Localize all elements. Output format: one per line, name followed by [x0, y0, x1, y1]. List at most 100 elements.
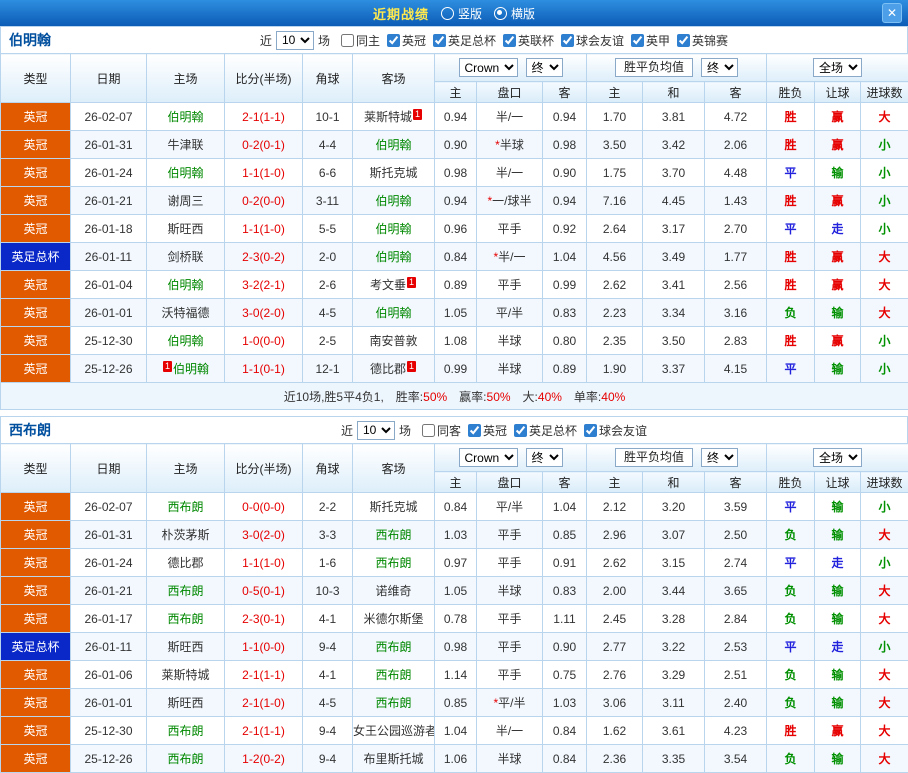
checkbox-input[interactable]	[677, 34, 690, 47]
home-team[interactable]: 沃特福德	[147, 299, 225, 327]
home-team[interactable]: 西布朗	[147, 605, 225, 633]
bookmaker-select[interactable]: Crown	[459, 58, 518, 77]
odds-away: 0.90	[543, 159, 587, 187]
avg-draw: 3.15	[643, 549, 705, 577]
result-goals: 小	[861, 355, 908, 383]
odds-away: 0.80	[543, 327, 587, 355]
scope-select[interactable]: 全场	[813, 448, 862, 467]
avg-away: 2.53	[705, 633, 767, 661]
away-team[interactable]: 伯明翰	[353, 215, 435, 243]
score: 2-3(0-2)	[225, 243, 303, 271]
away-team[interactable]: 女王公园巡游者	[353, 717, 435, 745]
away-team[interactable]: 德比郡1	[353, 355, 435, 383]
away-team[interactable]: 南安普敦	[353, 327, 435, 355]
match-date: 26-01-01	[71, 299, 147, 327]
avg-period-select[interactable]: 终	[701, 58, 738, 77]
league-filter-checkbox[interactable]: 英足总杯	[433, 32, 496, 49]
checkbox-input[interactable]	[422, 424, 435, 437]
league-filter-checkbox[interactable]: 球会友谊	[584, 422, 647, 439]
league-filter-checkbox[interactable]: 英足总杯	[514, 422, 577, 439]
col-odds-handicap: 盘口	[477, 82, 543, 103]
odds-handicap: 平手	[477, 661, 543, 689]
checkbox-input[interactable]	[584, 424, 597, 437]
home-team[interactable]: 西布朗	[147, 493, 225, 521]
home-team[interactable]: 西布朗	[147, 745, 225, 773]
match-date: 26-01-31	[71, 521, 147, 549]
bookmaker-select[interactable]: Crown	[459, 448, 518, 467]
period-select[interactable]: 终	[526, 58, 563, 77]
home-team[interactable]: 伯明翰	[147, 327, 225, 355]
league-filter-checkbox[interactable]: 同主	[341, 32, 380, 49]
away-team[interactable]: 诺维奇	[353, 577, 435, 605]
away-team[interactable]: 伯明翰	[353, 243, 435, 271]
away-team[interactable]: 考文垂1	[353, 271, 435, 299]
league-filter-checkbox[interactable]: 英联杯	[503, 32, 554, 49]
result-wdl: 胜	[767, 103, 815, 131]
checkbox-input[interactable]	[387, 34, 400, 47]
checkbox-input[interactable]	[514, 424, 527, 437]
home-team[interactable]: 斯旺西	[147, 633, 225, 661]
view-option-vertical[interactable]: 竖版	[441, 5, 482, 22]
away-team[interactable]: 伯明翰	[353, 131, 435, 159]
home-team[interactable]: 朴茨茅斯	[147, 521, 225, 549]
odds-home: 0.78	[435, 605, 477, 633]
scope-select[interactable]: 全场	[813, 58, 862, 77]
league-filter-checkbox[interactable]: 英冠	[387, 32, 426, 49]
away-team[interactable]: 西布朗	[353, 661, 435, 689]
checkbox-input[interactable]	[561, 34, 574, 47]
table-row: 英冠 25-12-26 1伯明翰 1-1(0-1) 12-1 德比郡1 0.99…	[1, 355, 908, 383]
col-corner: 角球	[303, 54, 353, 103]
league-filter-checkbox[interactable]: 球会友谊	[561, 32, 624, 49]
league-filter-checkbox[interactable]: 同客	[422, 422, 461, 439]
match-count-select[interactable]: 10	[276, 31, 314, 50]
home-team[interactable]: 牛津联	[147, 131, 225, 159]
checkbox-input[interactable]	[503, 34, 516, 47]
table-row: 英冠 26-02-07 伯明翰 2-1(1-1) 10-1 莱斯特城1 0.94…	[1, 103, 908, 131]
avg-away: 2.40	[705, 689, 767, 717]
avg-period-select[interactable]: 终	[701, 448, 738, 467]
away-team[interactable]: 西布朗	[353, 549, 435, 577]
league-badge: 英冠	[1, 745, 71, 773]
match-count-select[interactable]: 10	[357, 421, 395, 440]
home-team[interactable]: 伯明翰	[147, 159, 225, 187]
away-team[interactable]: 西布朗	[353, 633, 435, 661]
away-team[interactable]: 米德尔斯堡	[353, 605, 435, 633]
score: 1-2(0-2)	[225, 745, 303, 773]
away-team[interactable]: 莱斯特城1	[353, 103, 435, 131]
league-filter-checkbox[interactable]: 英甲	[631, 32, 670, 49]
odds-home: 1.03	[435, 521, 477, 549]
result-wdl: 胜	[767, 717, 815, 745]
league-filter-checkbox[interactable]: 英锦赛	[677, 32, 728, 49]
home-team[interactable]: 斯旺西	[147, 215, 225, 243]
col-type: 类型	[1, 444, 71, 493]
away-team[interactable]: 布里斯托城	[353, 745, 435, 773]
view-option-horizontal[interactable]: 横版	[494, 5, 535, 22]
league-filter-checkbox[interactable]: 英冠	[468, 422, 507, 439]
checkbox-input[interactable]	[468, 424, 481, 437]
filter-label: 英足总杯	[529, 422, 577, 439]
home-team[interactable]: 剑桥联	[147, 243, 225, 271]
home-team[interactable]: 伯明翰	[147, 103, 225, 131]
away-team[interactable]: 伯明翰	[353, 299, 435, 327]
away-team[interactable]: 斯托克城	[353, 493, 435, 521]
checkbox-input[interactable]	[433, 34, 446, 47]
away-team[interactable]: 西布朗	[353, 689, 435, 717]
home-team[interactable]: 伯明翰	[147, 271, 225, 299]
checkbox-input[interactable]	[631, 34, 644, 47]
period-select[interactable]: 终	[526, 448, 563, 467]
home-team[interactable]: 谢周三	[147, 187, 225, 215]
away-team[interactable]: 伯明翰	[353, 187, 435, 215]
odds-handicap: 平手	[477, 549, 543, 577]
recent-matches-table: 类型 日期 主场 比分(半场) 角球 客场 Crown 终 胜平负均值 终	[0, 53, 908, 410]
home-team[interactable]: 西布朗	[147, 577, 225, 605]
home-team[interactable]: 斯旺西	[147, 689, 225, 717]
table-row: 英冠 26-01-24 伯明翰 1-1(1-0) 6-6 斯托克城 0.98 半…	[1, 159, 908, 187]
home-team[interactable]: 莱斯特城	[147, 661, 225, 689]
home-team[interactable]: 1伯明翰	[147, 355, 225, 383]
checkbox-input[interactable]	[341, 34, 354, 47]
home-team[interactable]: 德比郡	[147, 549, 225, 577]
home-team[interactable]: 西布朗	[147, 717, 225, 745]
close-button[interactable]: ✕	[882, 3, 902, 23]
away-team[interactable]: 西布朗	[353, 521, 435, 549]
away-team[interactable]: 斯托克城	[353, 159, 435, 187]
